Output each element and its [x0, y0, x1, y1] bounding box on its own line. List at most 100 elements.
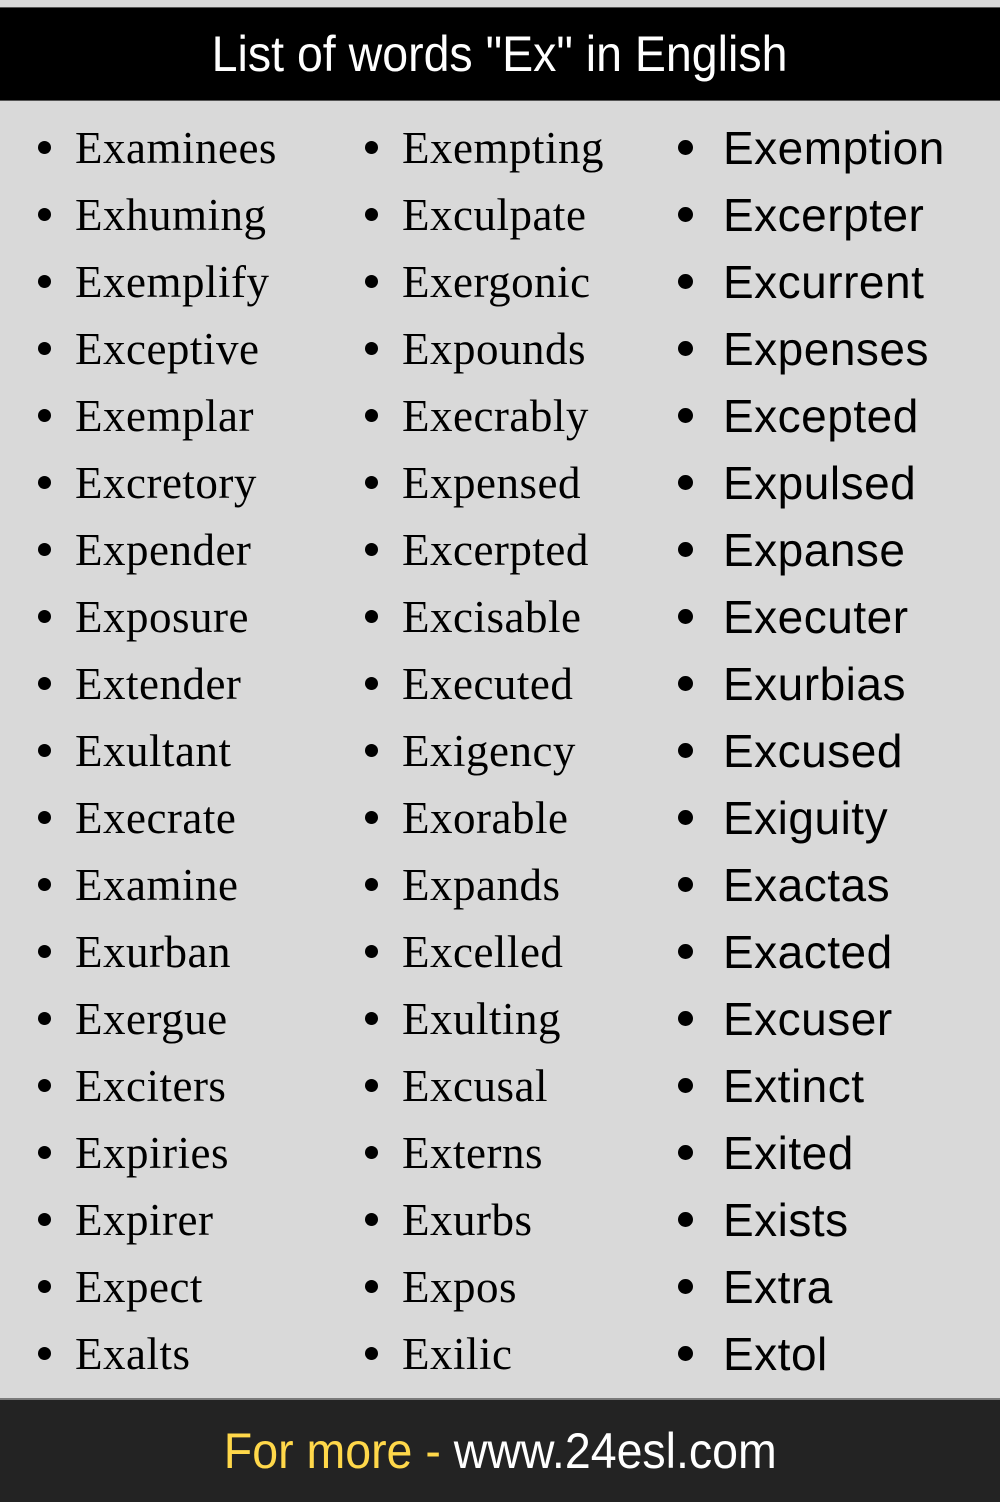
bullet-icon [38, 208, 51, 221]
list-item: Exigency [365, 717, 604, 784]
word-text: Examinees [75, 122, 277, 173]
bullet-icon [365, 811, 378, 824]
list-item: Execrate [38, 784, 277, 851]
footer-website-link[interactable]: www.24esl.com [453, 1423, 776, 1479]
bullet-icon [365, 1347, 378, 1360]
word-text: Examine [75, 859, 239, 910]
word-text: Exemplify [75, 256, 270, 307]
list-item: Execrably [365, 382, 604, 449]
word-text: Exurban [75, 926, 231, 977]
word-text: Excusal [402, 1060, 548, 1111]
bullet-icon [678, 877, 693, 892]
bullet-icon [365, 1012, 378, 1025]
list-item: Exulting [365, 985, 604, 1052]
bullet-icon [365, 208, 378, 221]
list-item: Expands [365, 851, 604, 918]
list-item: Excepted [678, 382, 945, 449]
bullet-icon [365, 476, 378, 489]
bullet-icon [365, 878, 378, 891]
list-item: Exurbs [365, 1186, 604, 1253]
bullet-icon [365, 543, 378, 556]
bullet-icon [365, 744, 378, 757]
bullet-icon [38, 610, 51, 623]
bullet-icon [365, 1079, 378, 1092]
word-text: Executer [723, 590, 909, 643]
word-text: Extra [723, 1260, 833, 1313]
word-text: Extinct [723, 1059, 865, 1112]
bullet-icon [678, 408, 693, 423]
word-text: Exemption [723, 121, 945, 174]
list-item: Examine [38, 851, 277, 918]
word-text: Exacted [723, 925, 893, 978]
list-item: Externs [365, 1119, 604, 1186]
word-text: Expenses [723, 322, 930, 375]
bullet-icon [365, 677, 378, 690]
list-item: Expender [38, 516, 277, 583]
word-text: Extender [75, 658, 242, 709]
bullet-icon [678, 274, 693, 289]
word-text: Expensed [402, 457, 581, 508]
list-item: Exhuming [38, 181, 277, 248]
word-text: Expos [402, 1261, 517, 1312]
list-item: Excuser [678, 985, 945, 1052]
list-item: Exited [678, 1119, 945, 1186]
word-text: Expounds [402, 323, 586, 374]
word-text: Excurrent [723, 255, 925, 308]
bullet-icon [365, 610, 378, 623]
bullet-icon [38, 1079, 51, 1092]
bullet-icon [365, 1213, 378, 1226]
word-text: Expulsed [723, 456, 917, 509]
word-text: Excerpter [723, 188, 925, 241]
list-item: Excerpted [365, 516, 604, 583]
bullet-icon [365, 1146, 378, 1159]
word-text: Exultant [75, 725, 232, 776]
bullet-icon [678, 542, 693, 557]
word-text: Exited [723, 1126, 854, 1179]
list-item: Extra [678, 1253, 945, 1320]
list-item: Exemplify [38, 248, 277, 315]
list-item: Exemplar [38, 382, 277, 449]
bullet-icon [38, 1347, 51, 1360]
list-item: Expulsed [678, 449, 945, 516]
list-item: Executer [678, 583, 945, 650]
word-text: Excuser [723, 992, 893, 1045]
list-item: Exactas [678, 851, 945, 918]
list-item: Exilic [365, 1320, 604, 1387]
word-text: Excused [723, 724, 903, 777]
word-text: Expands [402, 859, 561, 910]
bullet-icon [38, 1213, 51, 1226]
bullet-icon [38, 945, 51, 958]
bullet-icon [678, 140, 693, 155]
bullet-icon [38, 476, 51, 489]
list-item: Exergue [38, 985, 277, 1052]
word-text: Exculpate [402, 189, 587, 240]
list-item: Expensed [365, 449, 604, 516]
word-text: Exergue [75, 993, 228, 1044]
bullet-icon [678, 1078, 693, 1093]
list-item: Expounds [365, 315, 604, 382]
word-text: Expender [75, 524, 252, 575]
bullet-icon [678, 676, 693, 691]
word-text: Exiguity [723, 791, 889, 844]
word-text: Exulting [402, 993, 561, 1044]
word-text: Exurbias [723, 657, 906, 710]
word-text: Exposure [75, 591, 249, 642]
list-item: Exultant [38, 717, 277, 784]
list-item: Excretory [38, 449, 277, 516]
list-item: Excused [678, 717, 945, 784]
bullet-icon [678, 341, 693, 356]
list-item: Exurbias [678, 650, 945, 717]
list-item: Exacted [678, 918, 945, 985]
bullet-icon [678, 609, 693, 624]
word-text: Exergonic [402, 256, 591, 307]
bullet-icon [678, 743, 693, 758]
bullet-icon [678, 207, 693, 222]
bullet-icon [38, 342, 51, 355]
bullet-icon [38, 275, 51, 288]
bullet-icon [365, 945, 378, 958]
list-item: Exposure [38, 583, 277, 650]
bullet-icon [365, 342, 378, 355]
list-item: Expos [365, 1253, 604, 1320]
word-list-column-1: Examinees Exhuming Exemplify Exceptive Exemp… [38, 114, 277, 1387]
list-item: Exceptive [38, 315, 277, 382]
